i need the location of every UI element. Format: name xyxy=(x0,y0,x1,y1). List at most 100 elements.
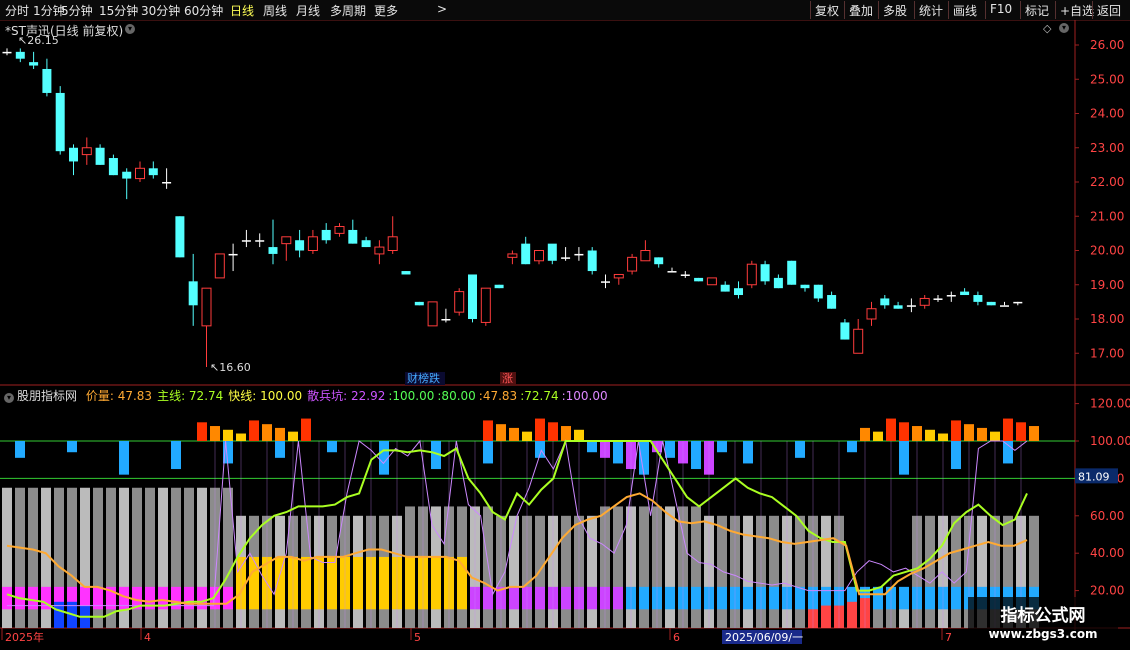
timeframe-tab[interactable]: 更多 xyxy=(374,2,398,19)
candle-body xyxy=(55,92,65,152)
histogram-up-bar xyxy=(1003,418,1013,441)
histogram-up-bar xyxy=(301,418,311,441)
toolbar-button[interactable]: 统计 xyxy=(914,1,947,19)
date-label: 4 xyxy=(144,631,151,644)
candle-body xyxy=(800,284,810,289)
candle-body xyxy=(69,147,78,162)
candle-body xyxy=(2,51,12,54)
histogram-down-bar xyxy=(795,441,805,458)
candle-body xyxy=(135,167,145,180)
candle-body xyxy=(494,284,504,289)
histogram-segment xyxy=(743,586,753,610)
candle-body xyxy=(81,147,92,156)
histogram-segment xyxy=(223,586,233,610)
price-axis-label: 19.00 xyxy=(1090,278,1124,292)
histogram-segment xyxy=(873,586,883,610)
candle-body xyxy=(827,295,837,309)
watermark-title: 指标公式网 xyxy=(1000,606,1086,626)
toolbar-button[interactable]: 叠加 xyxy=(844,1,877,19)
candle-body xyxy=(866,308,877,320)
histogram-segment xyxy=(379,556,389,610)
price-axis-label: 18.00 xyxy=(1090,312,1124,326)
histogram-low-block xyxy=(821,605,831,628)
timeframe-tab[interactable]: 60分钟 xyxy=(184,2,223,19)
diamond-icon[interactable]: ◇ xyxy=(1043,22,1051,35)
candle-body xyxy=(601,281,610,283)
chevron-right-icon[interactable]: > xyxy=(437,2,447,16)
candle-body xyxy=(255,240,265,242)
candle-body xyxy=(746,263,757,286)
histogram-segment xyxy=(327,556,337,610)
histogram-down-bar xyxy=(613,441,623,464)
histogram-up-bar xyxy=(990,431,1000,441)
candle-body xyxy=(348,229,358,244)
timeframe-tab[interactable]: 分时 xyxy=(5,2,29,19)
histogram-up-bar xyxy=(574,429,584,441)
timeframe-tab[interactable]: 1分钟 xyxy=(33,2,65,19)
histogram-bar xyxy=(509,515,519,628)
date-label: 7 xyxy=(945,631,952,644)
histogram-segment xyxy=(587,586,597,610)
histogram-up-bar xyxy=(561,426,571,441)
histogram-up-bar xyxy=(197,422,207,441)
cursor-value: 81.09 xyxy=(1078,470,1110,483)
histogram-segment xyxy=(691,586,701,610)
histogram-up-bar xyxy=(912,426,922,441)
candle-body xyxy=(880,298,890,306)
toolbar-button[interactable]: 多股 xyxy=(878,1,911,19)
histogram-segment xyxy=(301,556,311,610)
histogram-up-bar xyxy=(925,429,935,441)
histogram-down-bar xyxy=(665,441,675,458)
timeframe-tab[interactable]: 周线 xyxy=(263,2,287,19)
collapse-circle-icon[interactable]: ▾ xyxy=(4,393,14,403)
histogram-down-bar xyxy=(275,441,285,458)
histogram-up-bar xyxy=(964,424,974,441)
candle-body xyxy=(574,253,584,256)
collapse-circle-icon[interactable]: ▾ xyxy=(125,24,135,34)
histogram-segment xyxy=(613,586,623,610)
toolbar: 分时 1分钟 5分钟 15分钟 30分钟 60分钟 日线 周线 月线 多周期 更多 > 复权 叠加 多股… xyxy=(0,0,1130,21)
date-label: 2025年 xyxy=(5,630,44,644)
candle-body xyxy=(986,301,996,306)
low-label: ↖16.60 xyxy=(210,361,251,374)
histogram-down-bar xyxy=(743,441,753,464)
histogram-down-bar xyxy=(67,441,77,453)
histogram-down-bar xyxy=(171,441,181,470)
histogram-up-bar xyxy=(899,422,909,441)
stock-title: *ST声迅(日线 前复权) xyxy=(5,24,124,38)
timeframe-tab[interactable]: 月线 xyxy=(296,2,320,19)
histogram-bar xyxy=(717,515,727,628)
timeframe-tab[interactable]: 15分钟 xyxy=(99,2,138,19)
indicator-axis-label: 40.00 xyxy=(1090,546,1124,560)
toolbar-button[interactable]: 返回 xyxy=(1092,1,1125,19)
toolbar-button[interactable]: 标记 xyxy=(1020,1,1053,19)
histogram-up-bar xyxy=(275,427,285,441)
histogram-segment xyxy=(665,586,675,610)
candle-body xyxy=(228,253,238,256)
price-axis-label: 17.00 xyxy=(1090,346,1124,360)
candle-body xyxy=(720,284,730,292)
histogram-down-bar xyxy=(483,441,493,464)
collapse-circle-icon[interactable]: ▾ xyxy=(1059,23,1069,33)
histogram-segment xyxy=(483,586,493,610)
timeframe-tab[interactable]: 日线 xyxy=(230,2,254,19)
candle-body xyxy=(281,236,292,245)
price-axis-label: 25.00 xyxy=(1090,72,1124,86)
toolbar-button[interactable]: F10 xyxy=(985,1,1016,19)
candle-body xyxy=(480,287,491,323)
indicator-header: ▾ 股朋指标网 价量: 47.83 主线: 72.74 快线: 100.00 散兵坑: … xyxy=(4,387,608,404)
candle-body xyxy=(468,274,477,319)
histogram-bar xyxy=(483,506,493,628)
timeframe-tab[interactable]: 5分钟 xyxy=(61,2,93,19)
indicator-value: :47.83 xyxy=(478,389,518,403)
toolbar-button[interactable]: 复权 xyxy=(810,1,843,19)
histogram-up-bar xyxy=(951,420,961,441)
indicator-field: 散兵坑: 22.92 xyxy=(307,389,386,403)
timeframe-tab[interactable]: 30分钟 xyxy=(141,2,180,19)
timeframe-tab[interactable]: 多周期 xyxy=(330,2,366,19)
candle-body xyxy=(587,250,597,272)
toolbar-button[interactable]: 画线 xyxy=(948,1,981,19)
indicator-axis-label: 100.00 xyxy=(1090,434,1130,448)
chart-area[interactable]: 26.00 25.00 24.00 23.00 22.00 21.00 20.00 19.00… xyxy=(0,20,1130,650)
histogram-bar xyxy=(795,515,805,628)
